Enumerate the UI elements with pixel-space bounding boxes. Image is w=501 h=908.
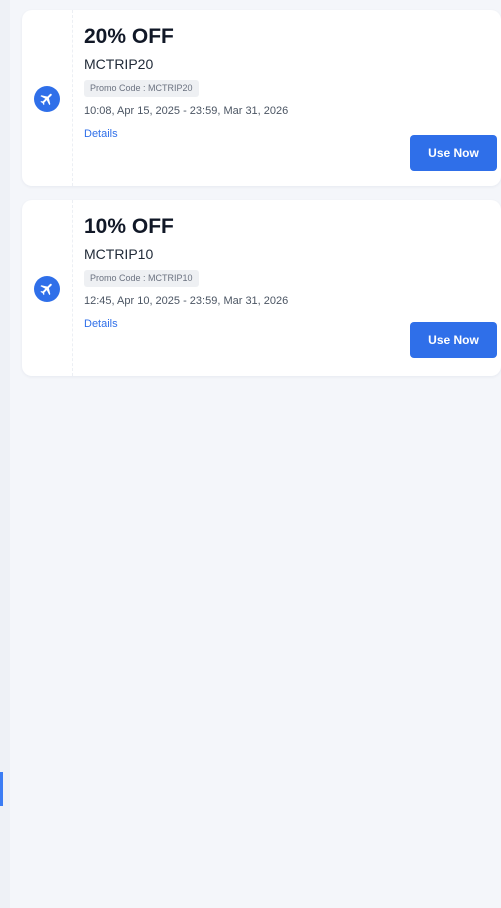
side-panel-edge — [0, 0, 10, 908]
coupon-validity: 12:45, Apr 10, 2025 - 23:59, Mar 31, 202… — [84, 295, 289, 307]
details-link[interactable]: Details — [84, 317, 118, 331]
coupon-card: 20% OFF MCTRIP20 Promo Code : MCTRIP20 1… — [22, 10, 501, 186]
use-now-button[interactable]: Use Now — [410, 322, 497, 358]
use-now-button[interactable]: Use Now — [410, 135, 497, 171]
side-panel-accent — [0, 772, 3, 806]
coupon-stub — [22, 200, 73, 376]
details-link[interactable]: Details — [84, 127, 118, 141]
coupon-code-name: MCTRIP10 — [84, 246, 154, 262]
promo-code-tag: Promo Code : MCTRIP20 — [84, 80, 199, 97]
coupon-code-name: MCTRIP20 — [84, 56, 154, 72]
coupon-discount-title: 20% OFF — [84, 25, 174, 48]
airplane-icon — [34, 86, 60, 112]
coupon-card: 10% OFF MCTRIP10 Promo Code : MCTRIP10 1… — [22, 200, 501, 376]
coupon-stub — [22, 10, 73, 186]
coupon-validity: 10:08, Apr 15, 2025 - 23:59, Mar 31, 202… — [84, 105, 289, 117]
coupon-body: 10% OFF MCTRIP10 Promo Code : MCTRIP10 1… — [84, 214, 501, 332]
promo-code-tag: Promo Code : MCTRIP10 — [84, 270, 199, 287]
coupon-discount-title: 10% OFF — [84, 215, 174, 238]
coupon-body: 20% OFF MCTRIP20 Promo Code : MCTRIP20 1… — [84, 24, 501, 142]
airplane-icon — [34, 276, 60, 302]
